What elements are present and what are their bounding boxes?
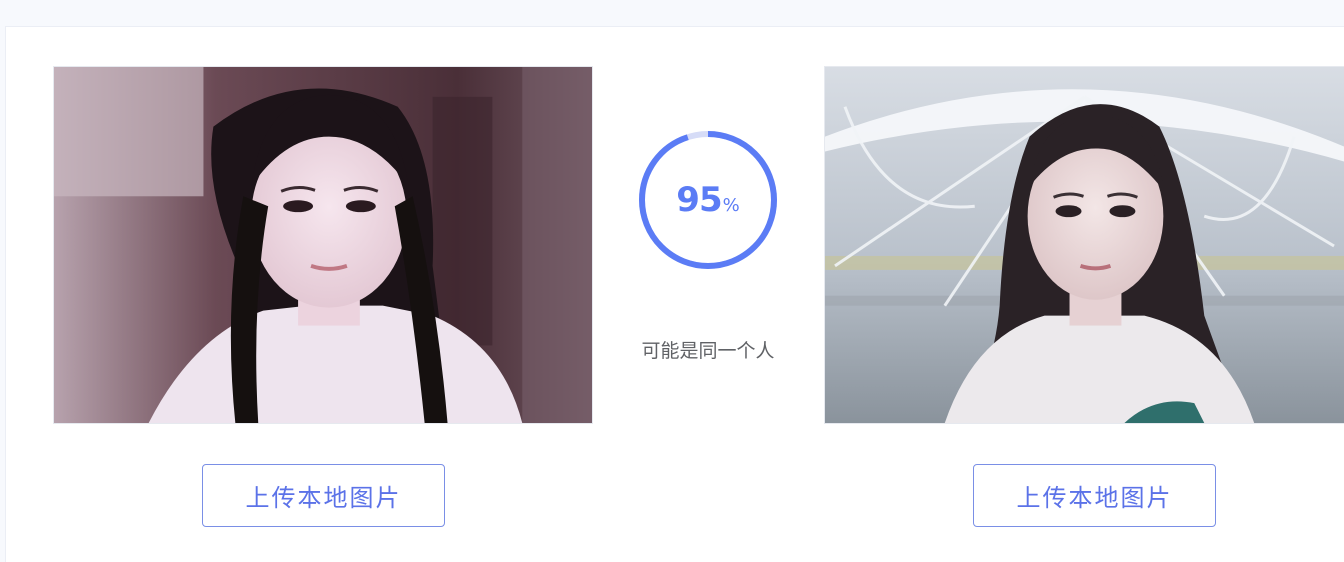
score-percent-sign: % — [722, 194, 740, 216]
verdict-text: 可能是同一个人 — [641, 340, 775, 362]
similarity-score: 95% — [636, 128, 780, 272]
left-photo-illustration — [54, 67, 592, 423]
score-value: 95 — [676, 180, 722, 220]
right-face-photo — [824, 66, 1344, 424]
similarity-score-ring: 95% — [636, 128, 780, 272]
upload-left-image-button[interactable]: 上传本地图片 — [202, 464, 445, 527]
left-face-photo — [53, 66, 593, 424]
upload-right-image-button[interactable]: 上传本地图片 — [973, 464, 1216, 527]
right-photo-illustration — [825, 67, 1344, 423]
